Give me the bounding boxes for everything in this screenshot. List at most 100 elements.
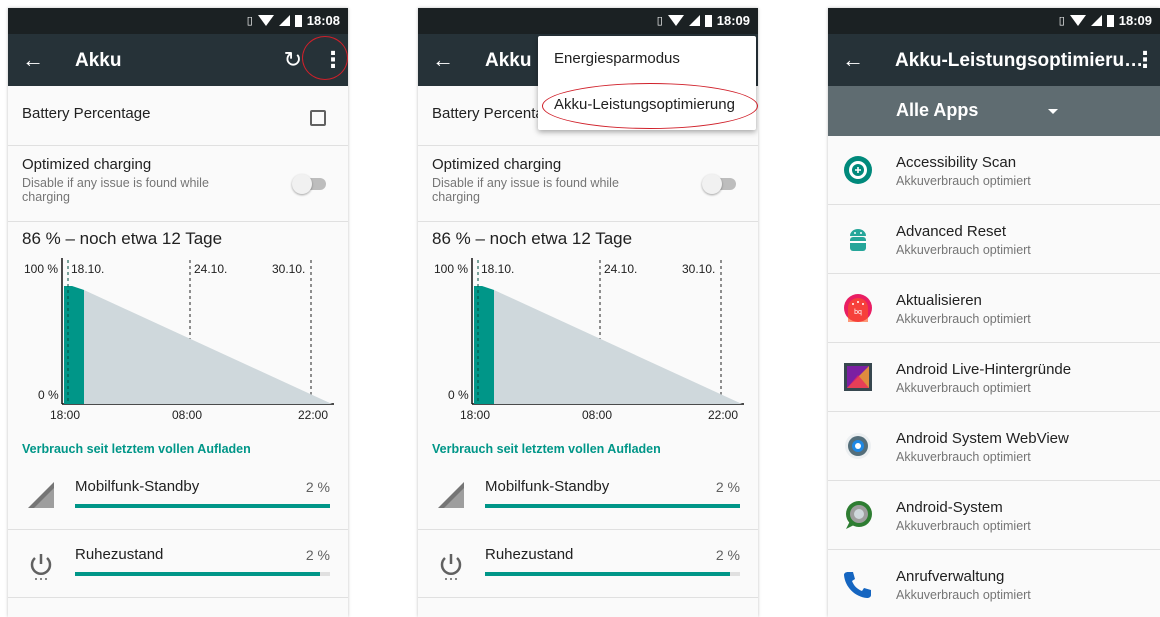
optimized-charging-subtitle: Disable if any issue is found while char…	[22, 176, 209, 204]
app-row-aktualisieren[interactable]: bq Aktualisieren Akkuverbrauch optimiert	[828, 274, 1160, 343]
usage-percent: 2 %	[305, 547, 330, 563]
time-label-3: 22:00	[708, 408, 739, 422]
optimized-charging-toggle[interactable]	[292, 174, 326, 194]
usage-percent: 2 %	[715, 547, 740, 563]
app-filter-select[interactable]: Alle Apps	[896, 100, 978, 121]
app-status: Akkuverbrauch optimiert	[896, 243, 1031, 257]
app-status: Akkuverbrauch optimiert	[896, 312, 1031, 326]
app-status: Akkuverbrauch optimiert	[896, 174, 1031, 188]
cell-signal-icon	[1090, 15, 1102, 26]
android-system-icon	[846, 501, 872, 529]
usage-percent: 2 %	[715, 479, 740, 495]
battery-summary: 86 % – noch etwa 12 Tage	[432, 229, 633, 248]
highlight-circle	[542, 83, 758, 129]
optimized-charging-row[interactable]: Optimized charging Disable if any issue …	[8, 146, 348, 222]
back-arrow-icon[interactable]: ←	[432, 46, 454, 74]
date-label-1: 18.10.	[481, 262, 515, 276]
wifi-icon	[1069, 15, 1086, 26]
page-title: Akku-Leistungsoptimieru…	[895, 50, 1144, 71]
optimized-charging-row[interactable]: Optimized charging Disable if any issue …	[418, 146, 758, 222]
dropdown-caret-icon[interactable]	[1048, 109, 1058, 114]
y-label-100: 100 %	[24, 262, 59, 276]
usage-bar	[75, 504, 330, 508]
time-label-3: 22:00	[298, 408, 329, 422]
y-label-100: 100 %	[434, 262, 469, 276]
battery-icon	[1106, 14, 1114, 27]
time-label-1: 18:00	[50, 408, 81, 422]
usage-item-mobile-standby[interactable]: Mobilfunk-Standby 2 %	[418, 462, 758, 530]
app-row-accessibility-scan[interactable]: Accessibility Scan Akkuverbrauch optimie…	[828, 136, 1160, 205]
usage-section-header: Verbrauch seit letztem vollen Aufladen	[432, 442, 661, 456]
refresh-icon[interactable]: ↻	[284, 46, 302, 74]
app-name: Android Live-Hintergründe	[896, 361, 1072, 378]
battery-percentage-row[interactable]: Battery Percentage	[8, 86, 348, 146]
usage-bar	[485, 572, 740, 576]
phone-handset-icon	[844, 572, 871, 598]
cell-signal-icon	[278, 15, 290, 26]
y-label-0: 0 %	[38, 388, 59, 402]
status-bar: ▯ 18:09	[828, 8, 1160, 34]
app-row-live-wallpaper[interactable]: Android Live-Hintergründe Akkuverbrauch …	[828, 343, 1160, 412]
app-row-android-system[interactable]: Android-System Akkuverbrauch optimiert	[828, 481, 1160, 550]
date-label-1: 18.10.	[71, 262, 105, 276]
power-icon	[440, 554, 462, 580]
app-row-call-management[interactable]: Anrufverwaltung Akkuverbrauch optimiert	[828, 550, 1160, 617]
time-label-1: 18:00	[460, 408, 491, 422]
battery-chart: 100 % 0 % 18.10. 24.10. 30.10. 18:00 08:…	[418, 256, 758, 426]
usage-percent: 2 %	[305, 479, 330, 495]
app-name: Aktualisieren	[896, 292, 982, 309]
cell-signal-icon	[28, 482, 54, 508]
usage-section-header: Verbrauch seit letztem vollen Aufladen	[22, 442, 251, 456]
measured-area	[64, 286, 84, 404]
usage-item-idle[interactable]: Ruhezustand 2 %	[8, 530, 348, 598]
usage-name: Ruhezustand	[75, 546, 164, 563]
date-label-2: 24.10.	[604, 262, 638, 276]
webview-gear-icon	[845, 433, 871, 459]
usage-bar-fill	[75, 504, 330, 508]
time-label-2: 08:00	[172, 408, 203, 422]
app-filter-bar[interactable]: Alle Apps	[828, 86, 1160, 136]
y-label-0: 0 %	[448, 388, 469, 402]
status-time: 18:09	[716, 13, 750, 28]
status-bar: ▯ 18:09	[418, 8, 758, 34]
battery-chart: 100 % 0 % 18.10. 24.10. 30.10. 18:00 08:…	[8, 256, 348, 426]
app-status: Akkuverbrauch optimiert	[896, 381, 1031, 395]
app-status: Akkuverbrauch optimiert	[896, 450, 1031, 464]
overflow-menu-icon[interactable]: ⋮	[1134, 46, 1156, 74]
app-row-advanced-reset[interactable]: Advanced Reset Akkuverbrauch optimiert	[828, 205, 1160, 274]
optimized-charging-title: Optimized charging	[22, 156, 152, 173]
wifi-icon	[667, 15, 684, 26]
battery-icon	[704, 14, 712, 27]
battery-percentage-label: Battery Percentage	[22, 105, 151, 122]
app-name: Android-System	[896, 499, 1003, 516]
predicted-area	[474, 286, 742, 404]
usage-bar	[485, 504, 740, 508]
vibrate-icon: ▯	[246, 15, 253, 27]
bq-update-icon: bq	[844, 294, 872, 322]
optimized-charging-subtitle: Disable if any issue is found while char…	[432, 176, 619, 204]
accessibility-scan-icon	[844, 156, 872, 184]
usage-bar	[75, 572, 330, 576]
battery-percentage-checkbox[interactable]	[310, 110, 326, 126]
time-label-2: 08:00	[582, 408, 613, 422]
vibrate-icon: ▯	[1058, 15, 1065, 27]
battery-icon	[294, 14, 302, 27]
app-status: Akkuverbrauch optimiert	[896, 588, 1031, 602]
optimized-charging-toggle[interactable]	[702, 174, 736, 194]
android-robot-icon	[850, 229, 866, 251]
app-status: Akkuverbrauch optimiert	[896, 519, 1031, 533]
usage-name: Mobilfunk-Standby	[75, 478, 200, 495]
menu-item-energy-saver[interactable]: Energiesparmodus	[554, 50, 680, 67]
svg-text:bq: bq	[854, 309, 862, 316]
optimized-charging-title: Optimized charging	[432, 156, 562, 173]
usage-item-idle[interactable]: Ruhezustand 2 %	[418, 530, 758, 598]
app-row-system-webview[interactable]: Android System WebView Akkuverbrauch opt…	[828, 412, 1160, 481]
app-name: Advanced Reset	[896, 223, 1007, 240]
date-label-3: 30.10.	[272, 262, 306, 276]
status-time: 18:08	[306, 13, 340, 28]
back-arrow-icon[interactable]: ←	[842, 46, 864, 74]
back-arrow-icon[interactable]: ←	[22, 46, 44, 74]
app-bar: ← Akku ↻ ⋮	[8, 34, 348, 86]
usage-item-mobile-standby[interactable]: Mobilfunk-Standby 2 %	[8, 462, 348, 530]
status-bar: ▯ 18:08	[8, 8, 348, 34]
